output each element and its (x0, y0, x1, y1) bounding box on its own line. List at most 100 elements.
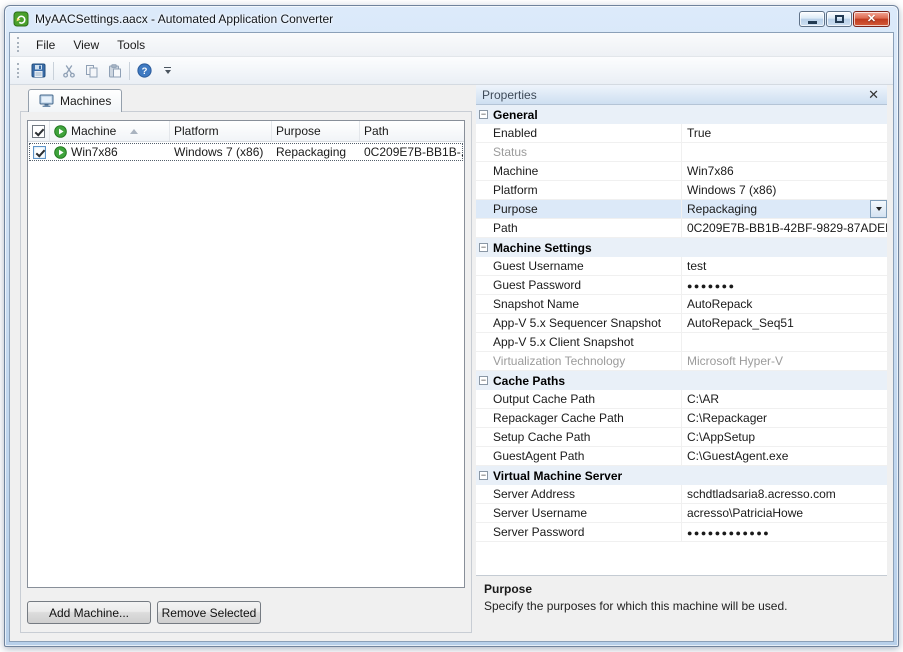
property-row[interactable]: PurposeRepackaging (476, 200, 887, 219)
properties-close-icon[interactable]: ✕ (866, 88, 881, 101)
property-value[interactable]: C:\AppSetup (681, 428, 887, 446)
property-value[interactable]: test (681, 257, 887, 275)
column-label: Platform (174, 124, 219, 138)
description-title: Purpose (484, 582, 879, 596)
property-row[interactable]: GuestAgent PathC:\GuestAgent.exe (476, 447, 887, 466)
property-value[interactable]: Microsoft Hyper-V (681, 352, 887, 370)
property-value[interactable]: ●●●●●●●●●●●● (681, 523, 887, 541)
toolbar-separator (129, 62, 130, 80)
collapse-icon[interactable]: − (479, 243, 488, 252)
window-title: MyAACSettings.aacx - Automated Applicati… (35, 12, 333, 26)
save-icon[interactable] (27, 60, 50, 82)
collapse-icon[interactable]: − (479, 110, 488, 119)
property-category[interactable]: −Machine Settings (476, 238, 887, 257)
add-machine-button[interactable]: Add Machine... (27, 601, 151, 624)
copy-icon[interactable] (80, 60, 103, 82)
property-label: Platform (476, 181, 681, 199)
help-icon[interactable]: ? (133, 60, 156, 82)
column-header-purpose[interactable]: Purpose (272, 121, 360, 141)
property-value[interactable]: AutoRepack (681, 295, 887, 313)
property-label: Virtualization Technology (476, 352, 681, 370)
property-row[interactable]: Guest Usernametest (476, 257, 887, 276)
property-row[interactable]: Status (476, 143, 887, 162)
property-value[interactable]: Windows 7 (x86) (681, 181, 887, 199)
tab-machines[interactable]: Machines (28, 89, 122, 112)
machine-name: Win7x86 (71, 145, 118, 159)
menu-view[interactable]: View (64, 35, 108, 55)
menu-tools[interactable]: Tools (108, 35, 154, 55)
property-value[interactable] (681, 143, 887, 161)
property-row[interactable]: App-V 5.x Sequencer SnapshotAutoRepack_S… (476, 314, 887, 333)
toolbar: ? (10, 57, 893, 85)
property-value[interactable]: 0C209E7B-BB1B-42BF-9829-87ADED2E (681, 219, 887, 237)
property-value[interactable]: C:\GuestAgent.exe (681, 447, 887, 465)
close-button[interactable]: ✕ (853, 11, 890, 27)
column-header-path[interactable]: Path (360, 121, 464, 141)
collapse-icon[interactable]: − (479, 376, 488, 385)
property-label: Enabled (476, 124, 681, 142)
property-value[interactable]: schdtladsaria8.acresso.com (681, 485, 887, 503)
property-value[interactable]: acresso\PatriciaHowe (681, 504, 887, 522)
machine-row-checkbox[interactable] (33, 146, 46, 159)
property-label: Status (476, 143, 681, 161)
property-row[interactable]: Server Password●●●●●●●●●●●● (476, 523, 887, 542)
machines-tab-page: Machine Platform Purpose Path (20, 111, 472, 633)
titlebar[interactable]: MyAACSettings.aacx - Automated Applicati… (9, 6, 894, 32)
property-label: Repackager Cache Path (476, 409, 681, 427)
property-row[interactable]: Output Cache PathC:\AR (476, 390, 887, 409)
property-row[interactable]: Setup Cache PathC:\AppSetup (476, 428, 887, 447)
property-row[interactable]: Snapshot NameAutoRepack (476, 295, 887, 314)
property-value[interactable] (681, 333, 887, 351)
minimize-button[interactable] (799, 11, 825, 27)
property-row[interactable]: MachineWin7x86 (476, 162, 887, 181)
menu-file[interactable]: File (27, 35, 64, 55)
collapse-icon[interactable]: − (479, 471, 488, 480)
property-value[interactable]: Win7x86 (681, 162, 887, 180)
property-row[interactable]: Virtualization TechnologyMicrosoft Hyper… (476, 352, 887, 371)
chevron-down-icon (876, 207, 882, 211)
properties-title: Properties (482, 88, 866, 102)
property-row[interactable]: EnabledTrue (476, 124, 887, 143)
property-category[interactable]: −Virtual Machine Server (476, 466, 887, 485)
column-header-machine[interactable]: Machine (50, 121, 170, 141)
cut-icon[interactable] (57, 60, 80, 82)
property-row[interactable]: Path0C209E7B-BB1B-42BF-9829-87ADED2E (476, 219, 887, 238)
sort-ascending-icon (130, 129, 138, 134)
property-category[interactable]: −General (476, 105, 887, 124)
property-label: Machine (476, 162, 681, 180)
property-value[interactable]: Repackaging (681, 200, 870, 218)
machine-platform: Windows 7 (x86) (170, 145, 272, 159)
property-row[interactable]: Server Usernameacresso\PatriciaHowe (476, 504, 887, 523)
toolbar-overflow-icon[interactable] (160, 64, 175, 77)
column-label: Purpose (276, 124, 321, 138)
column-header-platform[interactable]: Platform (170, 121, 272, 141)
property-label: Guest Password (476, 276, 681, 294)
machines-tab-icon (39, 94, 54, 108)
property-row[interactable]: App-V 5.x Client Snapshot (476, 333, 887, 352)
property-label: Server Username (476, 504, 681, 522)
machine-row[interactable]: Win7x86 Windows 7 (x86) Repackaging 0C20… (28, 142, 464, 162)
property-row[interactable]: Server Addressschdtladsaria8.acresso.com (476, 485, 887, 504)
property-category[interactable]: −Cache Paths (476, 371, 887, 390)
remove-selected-button[interactable]: Remove Selected (157, 601, 261, 624)
property-grid[interactable]: −GeneralEnabledTrueStatusMachineWin7x86P… (476, 105, 887, 575)
property-row[interactable]: Repackager Cache PathC:\Repackager (476, 409, 887, 428)
property-value[interactable]: ●●●●●●● (681, 276, 887, 294)
properties-header: Properties ✕ (476, 85, 887, 105)
toolbar-grip[interactable] (17, 63, 22, 78)
property-value[interactable]: C:\Repackager (681, 409, 887, 427)
property-value[interactable]: C:\AR (681, 390, 887, 408)
property-row[interactable]: PlatformWindows 7 (x86) (476, 181, 887, 200)
select-all-header[interactable] (28, 121, 50, 141)
property-row[interactable]: Guest Password●●●●●●● (476, 276, 887, 295)
property-value[interactable]: AutoRepack_Seq51 (681, 314, 887, 332)
maximize-button[interactable] (826, 11, 852, 27)
machine-list[interactable]: Machine Platform Purpose Path (27, 120, 465, 588)
main-area: Machines (10, 85, 893, 641)
paste-icon[interactable] (103, 60, 126, 82)
property-value[interactable]: True (681, 124, 887, 142)
menu-grip[interactable] (17, 37, 22, 52)
description-text: Specify the purposes for which this mach… (484, 599, 879, 613)
dropdown-button[interactable] (870, 200, 887, 218)
select-all-checkbox[interactable] (32, 125, 45, 138)
